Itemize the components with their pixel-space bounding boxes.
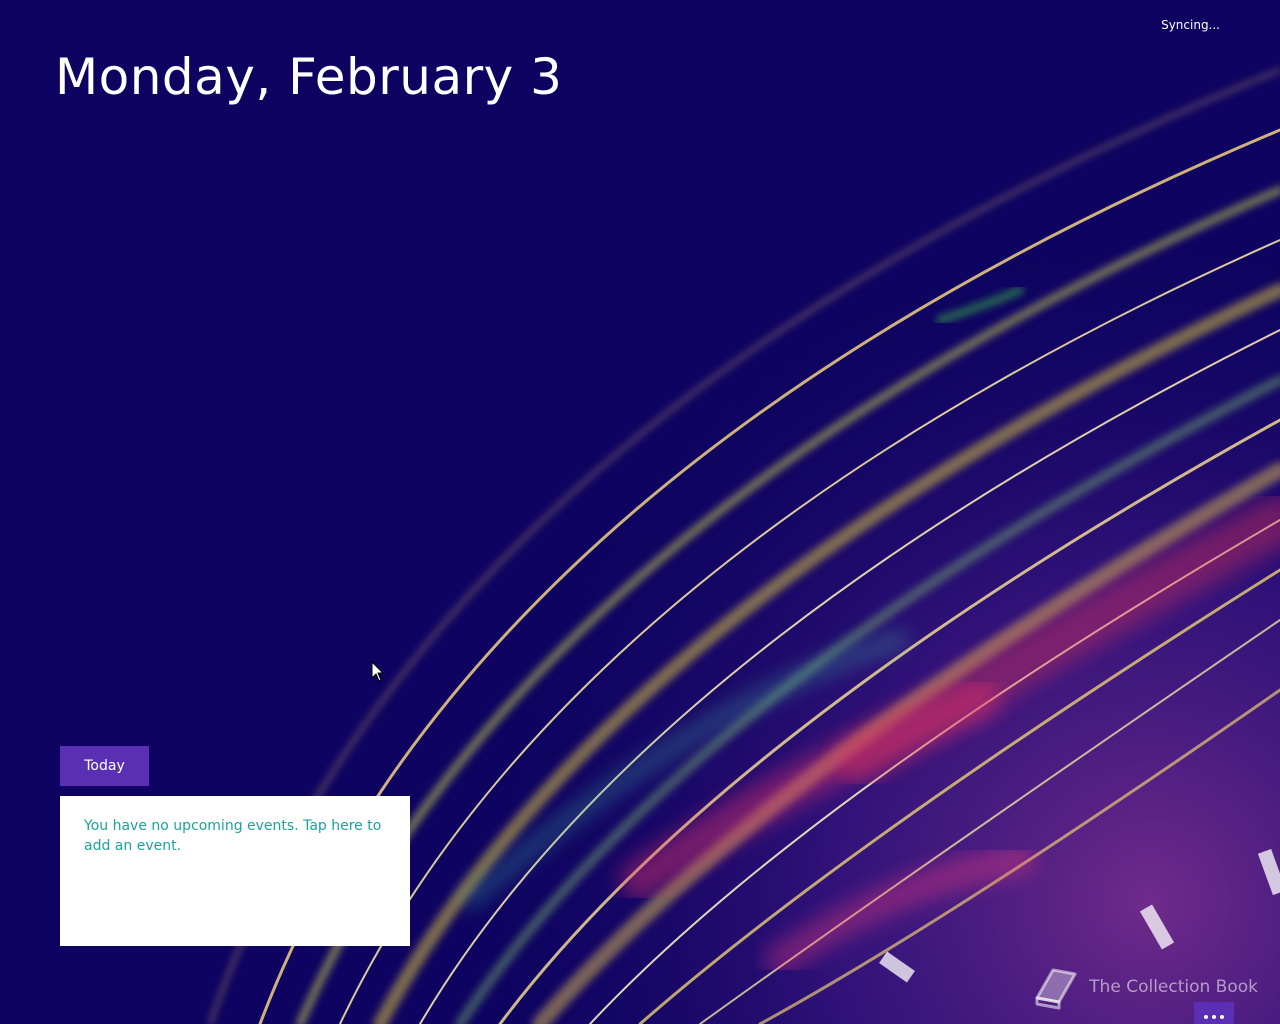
- book-icon: [1035, 968, 1077, 1010]
- calendar-screen: Syncing... Monday, February 3 Today You …: [0, 0, 1280, 1024]
- mouse-pointer-icon: [371, 661, 384, 682]
- today-button[interactable]: Today: [60, 746, 149, 786]
- sync-status-text: Syncing...: [1161, 18, 1220, 32]
- no-events-message: You have no upcoming events. Tap here to…: [84, 818, 382, 854]
- page-title-date: Monday, February 3: [55, 48, 563, 106]
- more-icon: [1204, 1015, 1224, 1019]
- more-options-button[interactable]: [1194, 1002, 1234, 1024]
- upcoming-events-card[interactable]: You have no upcoming events. Tap here to…: [60, 796, 410, 946]
- watermark-text: The Collection Book: [1089, 977, 1258, 997]
